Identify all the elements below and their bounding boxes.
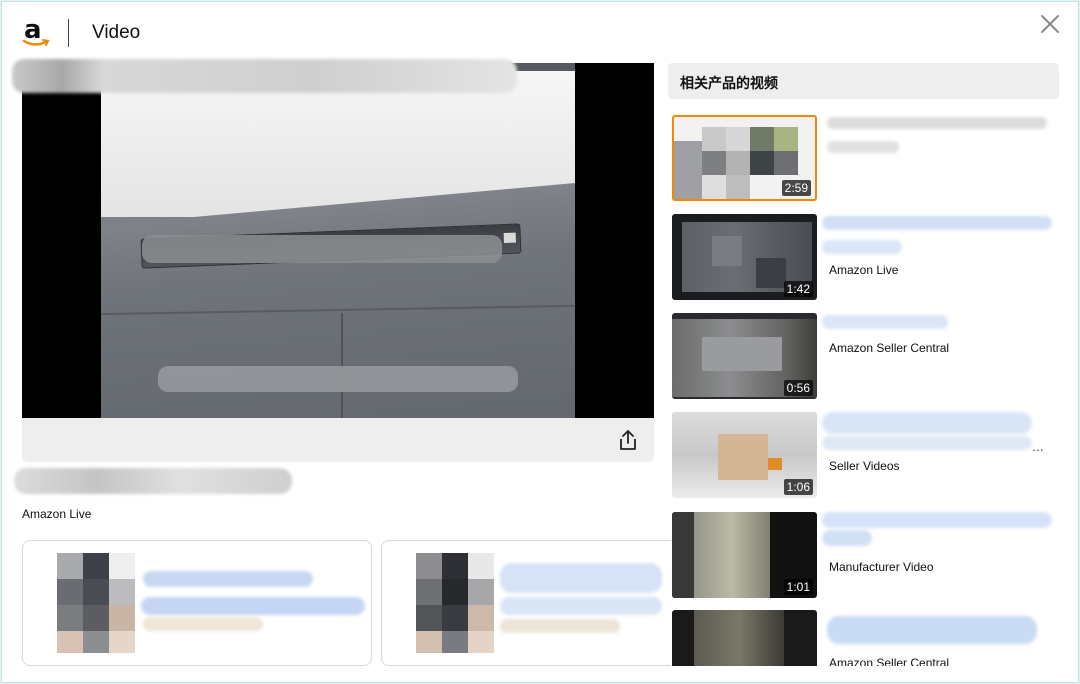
channel-name: Amazon Live	[22, 507, 92, 521]
video-source: Amazon Seller Central	[829, 341, 950, 355]
blurred-product-link	[500, 563, 662, 593]
related-video-item[interactable]: 1:06 Seller Videos	[672, 412, 1062, 500]
video-thumbnail: 1:06	[672, 412, 817, 498]
product-card[interactable]	[381, 540, 671, 666]
amazon-logo: a	[22, 16, 50, 48]
blurred-video-title	[827, 117, 1047, 129]
video-thumbnail	[672, 610, 817, 666]
blurred-video-title	[822, 530, 872, 546]
blurred-caption	[142, 235, 502, 263]
duration-badge: 0:56	[783, 380, 813, 396]
video-thumbnail: 0:56	[672, 313, 817, 399]
related-videos-title: 相关产品的视频	[680, 76, 778, 92]
blurred-video-title	[822, 315, 948, 329]
video-source: Seller Videos	[829, 459, 900, 473]
blurred-product-link	[500, 597, 662, 615]
blurred-video-title	[822, 512, 1052, 528]
related-video-item[interactable]: Amazon Seller Central	[672, 610, 1062, 666]
video-thumbnail: 1:01	[672, 512, 817, 598]
modal-title: Video	[92, 22, 141, 43]
related-video-item[interactable]: 2:59	[672, 115, 1062, 203]
player-controls-bar	[22, 418, 654, 462]
related-video-item[interactable]: 1:42 Amazon Live	[672, 214, 1062, 302]
video-thumbnail: 1:42	[672, 214, 817, 300]
blurred-video-title	[822, 412, 1032, 434]
blurred-product-link	[141, 597, 365, 615]
blurred-video-title	[12, 59, 517, 93]
blurred-caption	[158, 366, 518, 392]
related-video-item[interactable]: 1:01 Manufacturer Video	[672, 512, 1062, 600]
video-source: Amazon Seller Central	[829, 656, 950, 666]
related-video-item[interactable]: 0:56 Amazon Seller Central	[672, 313, 1062, 401]
close-icon[interactable]	[1038, 12, 1062, 36]
blurred-product-link	[143, 571, 313, 587]
video-source: Manufacturer Video	[829, 560, 934, 574]
blurred-video-title	[827, 616, 1037, 644]
video-modal: a Video Amazon Live 相关产品的视频 2:59 1:42 Am…	[1, 1, 1079, 683]
blurred-video-title	[822, 436, 1032, 450]
modal-header: a Video	[2, 2, 1078, 62]
video-player[interactable]	[22, 63, 654, 418]
blurred-price	[143, 617, 263, 631]
header-divider	[68, 19, 69, 47]
video-thumbnail: 2:59	[672, 115, 817, 201]
product-card[interactable]	[22, 540, 372, 666]
blurred-product-name	[14, 468, 292, 494]
blurred-price	[500, 619, 620, 633]
video-source: Amazon Live	[829, 263, 899, 277]
duration-badge: 1:42	[783, 281, 813, 297]
truncation-ellipsis: ...	[1032, 438, 1044, 454]
duration-badge: 1:06	[783, 479, 813, 495]
blurred-video-title	[822, 240, 902, 254]
share-icon[interactable]	[616, 428, 640, 452]
product-thumbnail	[416, 553, 494, 653]
blurred-video-title	[827, 141, 899, 153]
duration-badge: 1:01	[783, 579, 813, 595]
duration-badge: 2:59	[781, 180, 811, 196]
product-thumbnail	[57, 553, 135, 653]
blurred-video-title	[822, 216, 1052, 230]
related-videos-header: 相关产品的视频	[668, 63, 1059, 99]
